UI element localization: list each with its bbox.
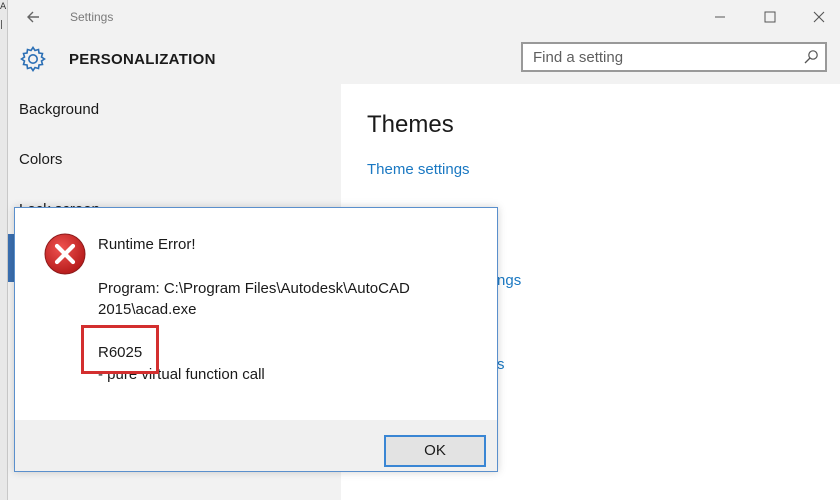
search-box[interactable] — [521, 42, 827, 72]
gear-icon — [20, 46, 46, 72]
back-arrow-icon — [27, 11, 39, 23]
search-icon[interactable] — [803, 49, 819, 65]
background-window-edge: A | — [0, 0, 7, 500]
sidebar-item-label: Background — [19, 101, 100, 118]
themes-heading: Themes — [367, 111, 454, 138]
theme-settings-link[interactable]: Theme settings — [367, 161, 470, 178]
search-input[interactable] — [523, 44, 813, 70]
dialog-title: Runtime Error! — [98, 236, 196, 253]
window-title: Settings — [70, 10, 114, 24]
error-icon — [44, 233, 86, 275]
close-icon — [813, 11, 825, 23]
ok-button[interactable]: OK — [384, 435, 486, 467]
background-glyph: | — [0, 20, 4, 30]
error-code: R6025 — [98, 344, 143, 361]
program-path-continued: 2015\acad.exe — [98, 301, 197, 318]
sidebar-item-label: Colors — [19, 151, 63, 168]
header: PERSONALIZATION — [8, 34, 840, 84]
maximize-button[interactable] — [755, 6, 785, 28]
sidebar-item-background[interactable]: Background — [8, 84, 341, 128]
sidebar-item-colors[interactable]: Colors — [8, 134, 341, 178]
close-button[interactable] — [804, 6, 834, 28]
error-message: - pure virtual function call — [98, 366, 265, 383]
background-glyph: A — [0, 2, 7, 12]
page-title: PERSONALIZATION — [69, 51, 216, 68]
back-button[interactable] — [20, 5, 48, 29]
minimize-icon — [715, 16, 725, 18]
dialog-footer: OK — [15, 420, 497, 471]
runtime-error-dialog: Runtime Error! Program: C:\Program Files… — [14, 207, 498, 472]
minimize-button[interactable] — [705, 6, 735, 28]
maximize-icon — [764, 11, 776, 23]
title-bar: Settings — [8, 0, 840, 34]
program-path: Program: C:\Program Files\Autodesk\AutoC… — [98, 280, 410, 297]
